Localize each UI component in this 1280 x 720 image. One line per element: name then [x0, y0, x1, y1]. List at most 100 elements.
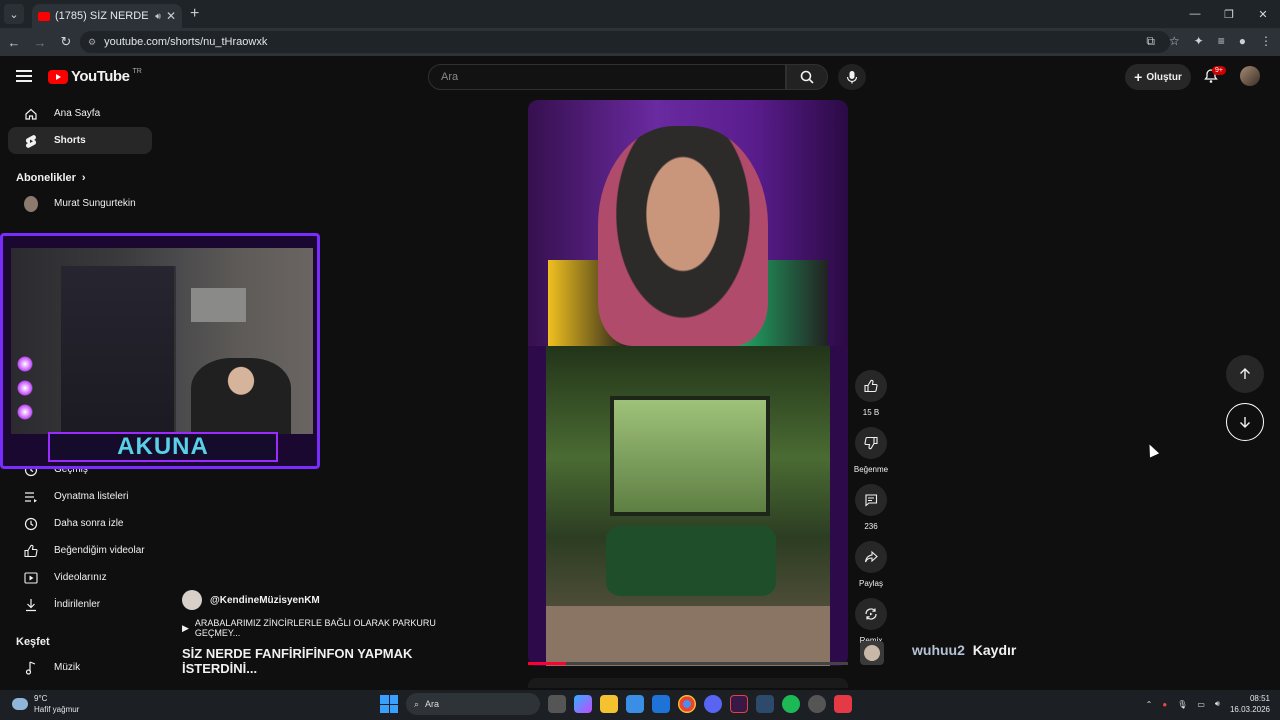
site-info-icon[interactable]: ⚙	[88, 37, 96, 48]
reload-icon[interactable]: ↻	[54, 34, 78, 50]
share-button[interactable]	[855, 541, 887, 573]
volume-icon[interactable]: 🔊︎	[1215, 699, 1220, 709]
linked-video-row[interactable]: ▶ ARABALARIMIZ ZİNCİRLERLE BAĞLI OLARAK …	[182, 618, 482, 638]
video-garden-room-image	[546, 346, 830, 666]
clock-time: 08:51	[1249, 694, 1270, 703]
hamburger-menu-icon[interactable]	[16, 70, 32, 82]
clock-icon	[24, 517, 38, 531]
bookmark-star-icon[interactable]: ☆	[1169, 34, 1180, 49]
thumbs-up-icon	[864, 379, 878, 393]
voice-search-button[interactable]	[838, 64, 866, 90]
dislike-button[interactable]	[855, 427, 887, 459]
brick-floor-image	[546, 606, 830, 666]
minimize-icon[interactable]: —	[1178, 0, 1212, 28]
browser-menu-icon[interactable]: ⋮	[1260, 34, 1272, 49]
like-button[interactable]	[855, 370, 887, 402]
dislike-label: Beğenme	[853, 465, 889, 474]
webcam-feed	[11, 248, 313, 436]
weather-widget[interactable]: 9°C Hafif yağmur	[12, 693, 79, 715]
store-icon[interactable]	[626, 695, 644, 713]
create-button[interactable]: + Oluştur	[1125, 64, 1191, 90]
close-window-icon[interactable]: ✕	[1246, 0, 1280, 28]
green-sofa-image	[606, 526, 776, 596]
chevron-right-icon: ›	[81, 172, 86, 184]
video-editor-icon[interactable]	[730, 695, 748, 713]
tab-title: (1785) SİZ NERDE FANFİRİF	[55, 10, 150, 22]
steam-icon[interactable]	[808, 695, 826, 713]
file-explorer-icon[interactable]	[600, 695, 618, 713]
url-text: youtube.com/shorts/nu_tHraowxk	[104, 36, 268, 48]
short-actions: 15 B Beğenme 236 Paylaş Remix	[852, 370, 890, 655]
remix-button[interactable]	[855, 598, 887, 630]
system-tray: ⌃ ● 🎙︎ ▭ 🔊︎ 08:51 16.03.2026	[1146, 693, 1270, 715]
sidebar-item-your-videos[interactable]: Videolarınız	[8, 564, 152, 591]
browser-toolbar-icons: ⧉ ☆ ✦ ≡ ● ⋮	[1146, 34, 1272, 49]
like-count: 15 B	[862, 408, 880, 417]
browser-tab[interactable]: (1785) SİZ NERDE FANFİRİF 🔊︎ ✕	[32, 4, 182, 28]
microphone-tray-icon[interactable]: 🎙︎	[1177, 700, 1187, 709]
chat-user-avatar	[860, 641, 884, 665]
close-tab-icon[interactable]: ✕	[166, 9, 176, 23]
remix-icon	[865, 608, 877, 620]
shorts-video-player[interactable]	[528, 100, 848, 666]
sidebar-label: Shorts	[54, 135, 86, 146]
forward-icon[interactable]: →	[28, 35, 52, 50]
youtube-logo[interactable]: YouTube TR	[48, 68, 142, 85]
back-icon[interactable]: ←	[2, 35, 26, 50]
next-short-button[interactable]	[1226, 403, 1264, 441]
url-field[interactable]: ⚙ youtube.com/shorts/nu_tHraowxk	[80, 31, 1170, 53]
progress-fill	[528, 662, 567, 665]
channel-name[interactable]: @KendineMüzisyenKM	[210, 595, 320, 606]
sidebar-item-liked-videos[interactable]: Beğendiğim videolar	[8, 537, 152, 564]
media-control-icon[interactable]: ≡	[1218, 34, 1225, 49]
create-label: Oluştur	[1146, 71, 1182, 83]
wall-poster-image	[191, 288, 246, 322]
mail-icon[interactable]	[652, 695, 670, 713]
sidebar-item-home[interactable]: Ana Sayfa	[8, 100, 152, 127]
display-icon[interactable]: ▭	[1197, 700, 1205, 709]
channel-row[interactable]: @KendineMüzisyenKM	[182, 590, 482, 610]
wardrobe-image	[61, 266, 176, 436]
channel-avatar	[182, 590, 202, 610]
sidebar-label: Müzik	[54, 662, 81, 673]
arrow-down-icon	[1240, 417, 1250, 428]
video-progress-bar[interactable]	[528, 662, 848, 665]
install-app-icon[interactable]: ⧉	[1146, 34, 1155, 49]
tab-search-dropdown[interactable]: ⌄	[4, 4, 24, 24]
spotify-icon[interactable]	[782, 695, 800, 713]
sidebar-item-playlists[interactable]: Oynatma listeleri	[8, 483, 152, 510]
discord-icon[interactable]	[704, 695, 722, 713]
search-button[interactable]	[786, 64, 828, 90]
sidebar-item-music[interactable]: Müzik	[8, 654, 152, 681]
app-icon[interactable]	[756, 695, 774, 713]
sidebar-item-shorts[interactable]: Shorts	[8, 127, 152, 154]
chrome-icon[interactable]	[678, 695, 696, 713]
subscriptions-header[interactable]: Abonelikler ›	[0, 166, 160, 190]
rain-cloud-icon	[12, 698, 28, 710]
sidebar-item-watch-later[interactable]: Daha sonra izle	[8, 510, 152, 537]
speaker-icon[interactable]: 🔊︎	[155, 11, 161, 22]
previous-short-button[interactable]	[1226, 355, 1264, 393]
like-action: 15 B	[852, 370, 890, 417]
profile-icon[interactable]: ●	[1239, 34, 1246, 49]
new-tab-icon[interactable]: +	[190, 5, 199, 23]
tray-app-icon[interactable]: ●	[1162, 700, 1167, 709]
sidebar-label: İndirilenler	[54, 599, 101, 610]
task-view-icon[interactable]	[548, 695, 566, 713]
windows-start-icon[interactable]	[380, 695, 398, 713]
sidebar: Ana Sayfa Shorts Abonelikler › Murat Sun…	[0, 100, 160, 217]
copilot-icon[interactable]	[574, 695, 592, 713]
extensions-icon[interactable]: ✦	[1194, 34, 1204, 49]
tray-chevron-icon[interactable]: ⌃	[1146, 700, 1153, 709]
account-avatar[interactable]	[1240, 66, 1260, 86]
sidebar-item-downloads[interactable]: İndirilenler	[8, 591, 152, 618]
taskbar-search[interactable]: ⌕ Ara	[406, 693, 540, 715]
search-input[interactable]: Ara	[428, 64, 786, 90]
home-icon	[24, 107, 38, 121]
comments-button[interactable]	[855, 484, 887, 516]
sidebar-item-subscription[interactable]: Murat Sungurtekin	[8, 190, 152, 217]
clock[interactable]: 08:51 16.03.2026	[1230, 693, 1270, 715]
capcut-icon[interactable]	[834, 695, 852, 713]
restore-icon[interactable]: ❐	[1212, 0, 1246, 28]
address-bar-row: ← → ↻ ⚙ youtube.com/shorts/nu_tHraowxk ⧉…	[0, 28, 1280, 56]
